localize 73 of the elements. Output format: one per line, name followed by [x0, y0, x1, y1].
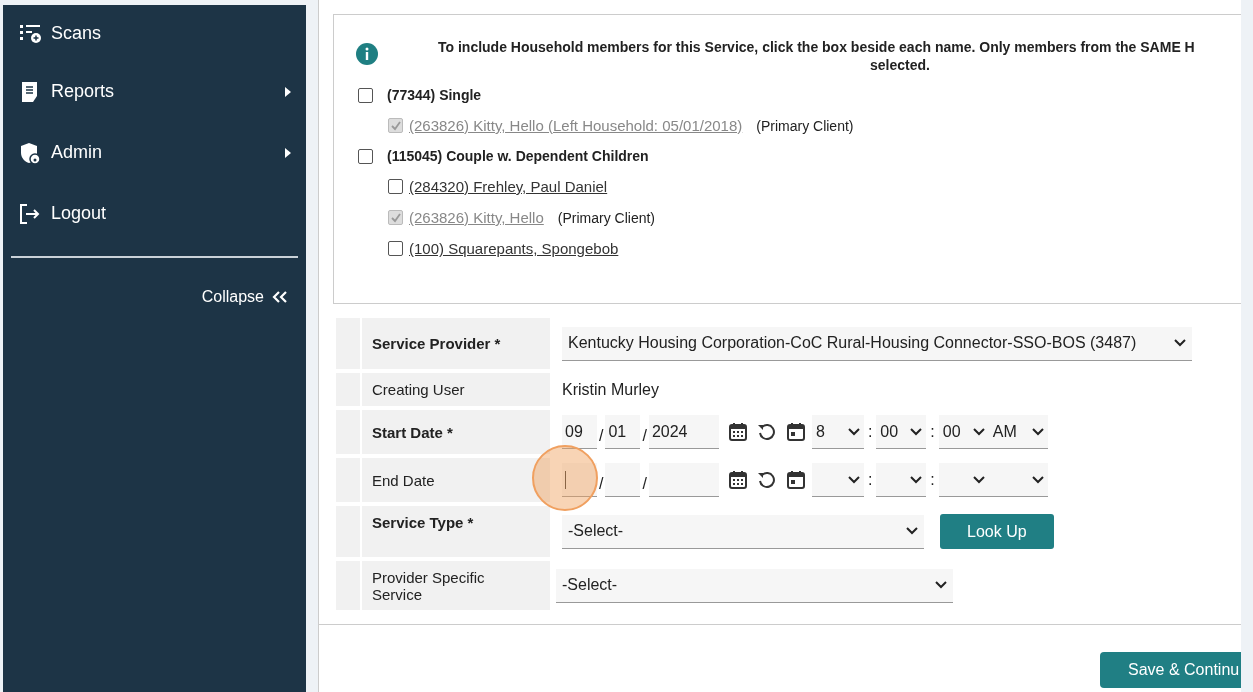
select-field[interactable]: -Select- — [556, 568, 953, 603]
look-up-button[interactable]: Look Up — [940, 514, 1054, 549]
household-label: (115045) Couple w. Dependent Children — [387, 148, 649, 164]
chevron-down-icon — [1031, 427, 1044, 436]
date-separator: / — [599, 475, 604, 493]
field-label: Start Date * — [362, 410, 550, 454]
chevron-down-icon — [910, 427, 923, 436]
field-label: Provider Specific Service — [362, 561, 550, 610]
logout-icon — [19, 202, 41, 225]
field-label: End Date — [362, 458, 550, 502]
checkbox[interactable] — [358, 87, 373, 103]
chevron-down-icon — [972, 427, 985, 436]
info-text: To include Household members for this Service, click the box beside each name. Only members from the SAME H — [438, 39, 1196, 55]
time-separator: : — [930, 423, 935, 441]
time-select[interactable] — [811, 463, 864, 497]
field-label: Service Provider * — [362, 318, 550, 369]
select-field[interactable]: -Select- — [562, 514, 924, 549]
chevron-down-icon — [1174, 339, 1186, 347]
date-separator: / — [599, 427, 604, 445]
sidebar-item[interactable]: Scans — [3, 5, 306, 61]
date-field[interactable] — [605, 463, 641, 497]
time-select[interactable] — [988, 463, 1048, 497]
sidebar-item[interactable]: Reports — [3, 61, 306, 122]
client-note: (Primary Client) — [557, 209, 656, 226]
calendar-icon — [785, 422, 806, 442]
date-field[interactable] — [562, 463, 597, 497]
calendar-icon — [727, 422, 748, 442]
client-note: (Primary Client) — [756, 117, 854, 134]
calendar-icon — [727, 470, 748, 490]
date-field[interactable] — [648, 463, 719, 497]
select-field[interactable]: Kentucky Housing Corporation-CoC Rural-Housing Connector-SSO-BOS (3487) — [562, 326, 1192, 361]
chevron-down-icon — [847, 475, 860, 484]
collapse-button[interactable]: Collapse — [201, 288, 288, 306]
field-label: Service Type * — [362, 506, 550, 557]
info-text: selected. — [870, 57, 931, 73]
member-link[interactable]: (100) Squarepants, Spongebob — [409, 240, 619, 257]
date-separator: / — [642, 475, 647, 493]
reset-icon — [756, 470, 777, 490]
info-icon — [356, 43, 378, 65]
chevron-down-icon — [906, 527, 918, 535]
calendar-icon — [785, 470, 806, 490]
field-value: Kristin Murley — [562, 380, 659, 399]
household-label: (77344) Single — [387, 87, 482, 103]
double-chevron-icon — [272, 290, 288, 304]
time-select[interactable]: 8 — [811, 415, 864, 449]
list-add-icon — [19, 22, 41, 44]
time-select[interactable] — [876, 463, 927, 497]
time-separator: : — [930, 471, 935, 489]
chevron-down-icon — [910, 475, 923, 484]
time-select[interactable]: AM — [988, 415, 1048, 449]
checkbox[interactable] — [358, 148, 373, 164]
chevron-down-icon — [847, 427, 860, 436]
time-separator: : — [867, 423, 873, 441]
date-field[interactable]: 01 — [605, 415, 641, 449]
time-select[interactable] — [938, 463, 989, 497]
chevron-down-icon — [1031, 475, 1044, 484]
reset-icon — [756, 422, 777, 442]
time-select[interactable]: 00 — [876, 415, 927, 449]
date-field[interactable]: 2024 — [648, 415, 719, 449]
shield-icon — [19, 141, 41, 164]
date-field[interactable]: 09 — [562, 415, 597, 449]
checkbox[interactable] — [388, 179, 403, 194]
checkbox[interactable] — [388, 241, 403, 256]
date-separator: / — [642, 427, 647, 445]
sidebar-item[interactable]: Admin — [3, 122, 306, 183]
sidebar-item[interactable]: Logout — [3, 183, 306, 244]
chevron-down-icon — [972, 475, 985, 484]
field-label: Creating User — [362, 373, 550, 406]
chevron-down-icon — [935, 581, 947, 589]
time-select[interactable]: 00 — [938, 415, 989, 449]
save-continue-button[interactable]: Save & Continu — [1100, 652, 1241, 688]
time-separator: : — [867, 471, 873, 489]
member-link[interactable]: (284320) Frehley, Paul Daniel — [409, 178, 608, 195]
